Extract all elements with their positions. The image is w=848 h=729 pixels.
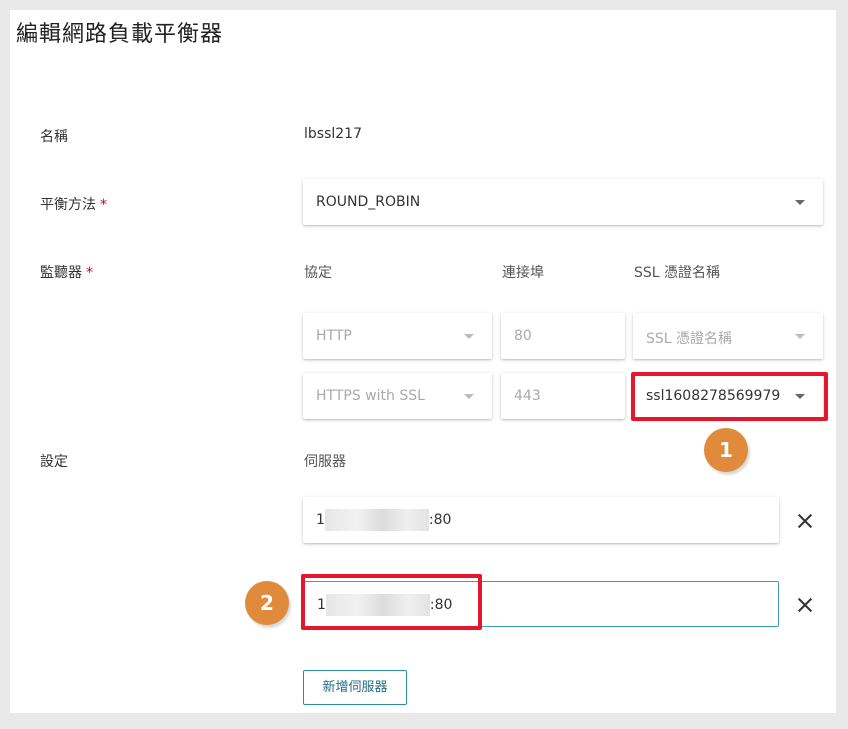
listener-2-port-input[interactable]: 443 [501, 373, 625, 419]
listener-label: 監聽器 * [40, 262, 93, 282]
servers-header: 伺服器 [304, 454, 346, 470]
balance-method-label-text: 平衡方法 [40, 197, 96, 213]
highlight-box-2 [301, 574, 482, 630]
column-header-protocol: 協定 [304, 265, 332, 281]
server-1-prefix: 1 [316, 512, 325, 528]
annotation-badge-1: 1 [704, 428, 748, 472]
remove-server-2-close-icon[interactable] [795, 595, 815, 615]
required-marker: * [100, 197, 107, 213]
server-1-input[interactable]: 1 :80 [303, 497, 779, 543]
balance-method-label: 平衡方法 * [40, 194, 107, 214]
chevron-down-icon [795, 334, 805, 339]
listener-1-port-value: 80 [514, 328, 532, 344]
server-1-suffix: :80 [428, 512, 452, 528]
settings-label: 設定 [40, 454, 68, 470]
required-marker: * [86, 265, 93, 281]
annotation-badge-2: 2 [245, 581, 289, 625]
listener-1-ssl-select[interactable]: SSL 憑證名稱 [633, 313, 823, 359]
listener-2-port-value: 443 [514, 388, 541, 404]
dialog-title: 編輯網路負載平衡器 [16, 22, 224, 47]
listener-1-ssl-value: SSL 憑證名稱 [646, 331, 733, 347]
listener-label-text: 監聽器 [40, 265, 82, 281]
column-header-ssl: SSL 憑證名稱 [634, 265, 721, 281]
chevron-down-icon [464, 334, 474, 339]
listener-1-protocol-select[interactable]: HTTP [303, 313, 492, 359]
server-1-value: 1 :80 [316, 509, 451, 531]
chevron-down-icon [464, 394, 474, 399]
balance-method-value: ROUND_ROBIN [316, 194, 421, 210]
listener-2-protocol-value: HTTPS with SSL [316, 388, 425, 404]
name-value: lbssl217 [304, 126, 362, 142]
highlight-box-1 [631, 372, 828, 421]
listener-1-protocol-value: HTTP [316, 328, 352, 344]
name-label: 名稱 [40, 129, 68, 145]
add-server-button[interactable]: 新增伺服器 [303, 670, 407, 705]
listener-1-port-input[interactable]: 80 [501, 313, 625, 359]
listener-2-protocol-select[interactable]: HTTPS with SSL [303, 373, 492, 419]
redacted-block [324, 509, 429, 531]
remove-server-1-close-icon[interactable] [795, 511, 815, 531]
balance-method-select[interactable]: ROUND_ROBIN [303, 179, 823, 225]
chevron-down-icon [795, 200, 805, 205]
column-header-port: 連接埠 [502, 265, 544, 281]
